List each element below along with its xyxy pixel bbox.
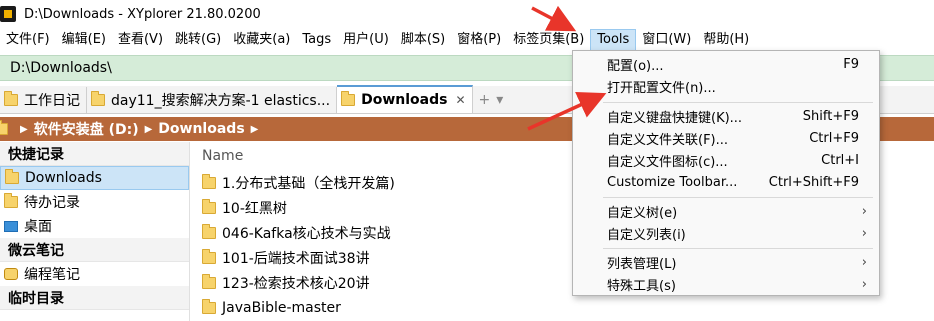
menu-item-label: 自定义文件关联(F)... — [607, 132, 729, 148]
tree-section-header[interactable]: 临时目录 — [0, 286, 189, 310]
breadcrumb-downloads[interactable]: Downloads — [158, 121, 244, 137]
folder-icon — [341, 91, 356, 106]
menu-item-list-management[interactable]: 列表管理(L) › — [573, 251, 879, 273]
folder-icon — [202, 273, 216, 289]
tree-item-label: Downloads — [25, 170, 102, 186]
menu-separator — [603, 248, 873, 249]
tree-item-label: 编程笔记 — [24, 267, 80, 283]
menu-item-label: 特殊工具(s) — [607, 278, 676, 294]
folder-icon — [0, 120, 8, 135]
desktop-icon — [4, 220, 18, 232]
menu-item-file-associations[interactable]: 自定义文件关联(F)... Ctrl+F9 — [573, 127, 879, 149]
menu-user[interactable]: 用户(U) — [337, 29, 395, 51]
file-name: 123-检索技术核心20讲 — [222, 275, 370, 292]
breadcrumb-drive[interactable]: 软件安装盘 (D:) — [34, 119, 139, 139]
list-item[interactable]: JavaBible-master — [192, 295, 934, 320]
menu-tags[interactable]: Tags — [296, 29, 337, 51]
title-bar: D:\Downloads - XYplorer 21.80.0200 — [0, 0, 934, 28]
menu-item-label: Customize Toolbar... — [607, 174, 738, 190]
menu-item-label: 自定义文件图标(c)... — [607, 154, 728, 170]
menu-file[interactable]: 文件(F) — [0, 29, 56, 51]
menu-item-keyboard-shortcuts[interactable]: 自定义键盘快捷键(K)... Shift+F9 — [573, 105, 879, 127]
tree-item-label: 待办记录 — [24, 195, 80, 211]
tree-section-header[interactable]: 快捷记录 — [0, 142, 189, 166]
folder-icon — [4, 268, 18, 280]
file-name: 1.分布式基础（全栈开发篇) — [222, 175, 395, 192]
menu-item-special-tools[interactable]: 特殊工具(s) › — [573, 273, 879, 295]
tab-label: day11_搜索解决方案-1 elastics... — [111, 93, 331, 109]
menu-item-configuration[interactable]: 配置(o)... F9 — [573, 53, 879, 75]
tree-section-header[interactable]: 微云笔记 — [0, 238, 189, 262]
folder-icon — [202, 223, 216, 239]
menu-item-shortcut: Ctrl+F9 — [809, 130, 859, 146]
menu-item-shortcut: Ctrl+Shift+F9 — [768, 174, 859, 190]
chevron-right-icon: › — [861, 276, 867, 292]
menu-item-shortcut: Shift+F9 — [802, 108, 859, 124]
menu-item-open-config-file[interactable]: 打开配置文件(n)... — [573, 75, 879, 97]
menu-favorites[interactable]: 收藏夹(a) — [227, 29, 296, 51]
menu-bar: 文件(F) 编辑(E) 查看(V) 跳转(G) 收藏夹(a) Tags 用户(U… — [0, 29, 934, 51]
new-tab-icon[interactable]: + — [479, 87, 491, 113]
navigation-tree: 快捷记录 Downloads 待办记录 桌面 微云笔记 编程笔记 临时目录 — [0, 142, 190, 321]
tab-list-chevron-icon[interactable]: ▾ — [496, 87, 503, 113]
menu-view[interactable]: 查看(V) — [112, 29, 169, 51]
menu-tools[interactable]: Tools — [590, 29, 637, 51]
folder-icon — [4, 91, 18, 106]
tools-dropdown-menu: 配置(o)... F9 打开配置文件(n)... 自定义键盘快捷键(K)... … — [572, 50, 880, 296]
menu-separator — [603, 197, 873, 198]
menu-separator — [603, 102, 873, 103]
menu-edit[interactable]: 编辑(E) — [56, 29, 112, 51]
menu-panes[interactable]: 窗格(P) — [451, 29, 507, 51]
file-name: 046-Kafka核心技术与实战 — [222, 225, 391, 242]
tab-work-diary[interactable]: 工作日记 — [0, 87, 87, 113]
menu-item-shortcut: F9 — [843, 56, 859, 72]
folder-icon — [202, 198, 216, 214]
address-path[interactable]: D:\Downloads\ — [10, 60, 112, 76]
close-icon[interactable]: ✕ — [455, 93, 465, 107]
folder-icon — [5, 169, 19, 184]
chevron-right-icon[interactable]: ▶ — [251, 124, 259, 135]
chevron-right-icon[interactable]: ▶ — [20, 124, 28, 135]
xyplorer-app-icon — [0, 6, 16, 22]
folder-icon — [202, 248, 216, 264]
folder-icon — [91, 91, 105, 106]
tab-downloads[interactable]: Downloads ✕ — [337, 85, 473, 113]
file-name: 101-后端技术面试38讲 — [222, 250, 370, 267]
file-name: 10-红黑树 — [222, 200, 287, 217]
window-title: D:\Downloads - XYplorer 21.80.0200 — [24, 6, 261, 22]
tree-item-todo[interactable]: 待办记录 — [0, 190, 189, 214]
chevron-right-icon: › — [861, 254, 867, 270]
file-name: JavaBible-master — [222, 299, 341, 316]
chevron-right-icon: › — [861, 225, 867, 241]
chevron-right-icon[interactable]: ▶ — [145, 124, 153, 135]
chevron-right-icon: › — [861, 203, 867, 219]
menu-item-customize-list[interactable]: 自定义列表(i) › — [573, 222, 879, 244]
folder-icon — [202, 298, 216, 314]
tree-item-desktop[interactable]: 桌面 — [0, 214, 189, 238]
menu-window[interactable]: 窗口(W) — [636, 29, 697, 51]
menu-item-shortcut: Ctrl+I — [821, 152, 859, 168]
tree-item-label: 桌面 — [24, 219, 52, 235]
tab-label: Downloads — [361, 92, 448, 108]
menu-item-label: 打开配置文件(n)... — [607, 80, 716, 96]
menu-item-label: 自定义树(e) — [607, 205, 678, 221]
menu-item-customize-tree[interactable]: 自定义树(e) › — [573, 200, 879, 222]
menu-item-label: 配置(o)... — [607, 58, 664, 74]
menu-item-file-icons[interactable]: 自定义文件图标(c)... Ctrl+I — [573, 149, 879, 171]
menu-go[interactable]: 跳转(G) — [169, 29, 227, 51]
menu-item-label: 自定义列表(i) — [607, 227, 686, 243]
menu-scripting[interactable]: 脚本(S) — [395, 29, 451, 51]
folder-icon — [4, 193, 18, 208]
menu-tabsets[interactable]: 标签页集(B) — [507, 29, 590, 51]
menu-item-label: 列表管理(L) — [607, 256, 677, 272]
tab-label: 工作日记 — [24, 93, 80, 109]
menu-item-customize-toolbar[interactable]: Customize Toolbar... Ctrl+Shift+F9 — [573, 171, 879, 193]
menu-item-label: 自定义键盘快捷键(K)... — [607, 110, 743, 126]
tree-item-coding-notes[interactable]: 编程笔记 — [0, 262, 189, 286]
menu-help[interactable]: 帮助(H) — [697, 29, 755, 51]
tab-day11[interactable]: day11_搜索解决方案-1 elastics... — [87, 87, 338, 113]
folder-icon — [202, 173, 216, 189]
tree-item-downloads[interactable]: Downloads — [0, 166, 189, 190]
